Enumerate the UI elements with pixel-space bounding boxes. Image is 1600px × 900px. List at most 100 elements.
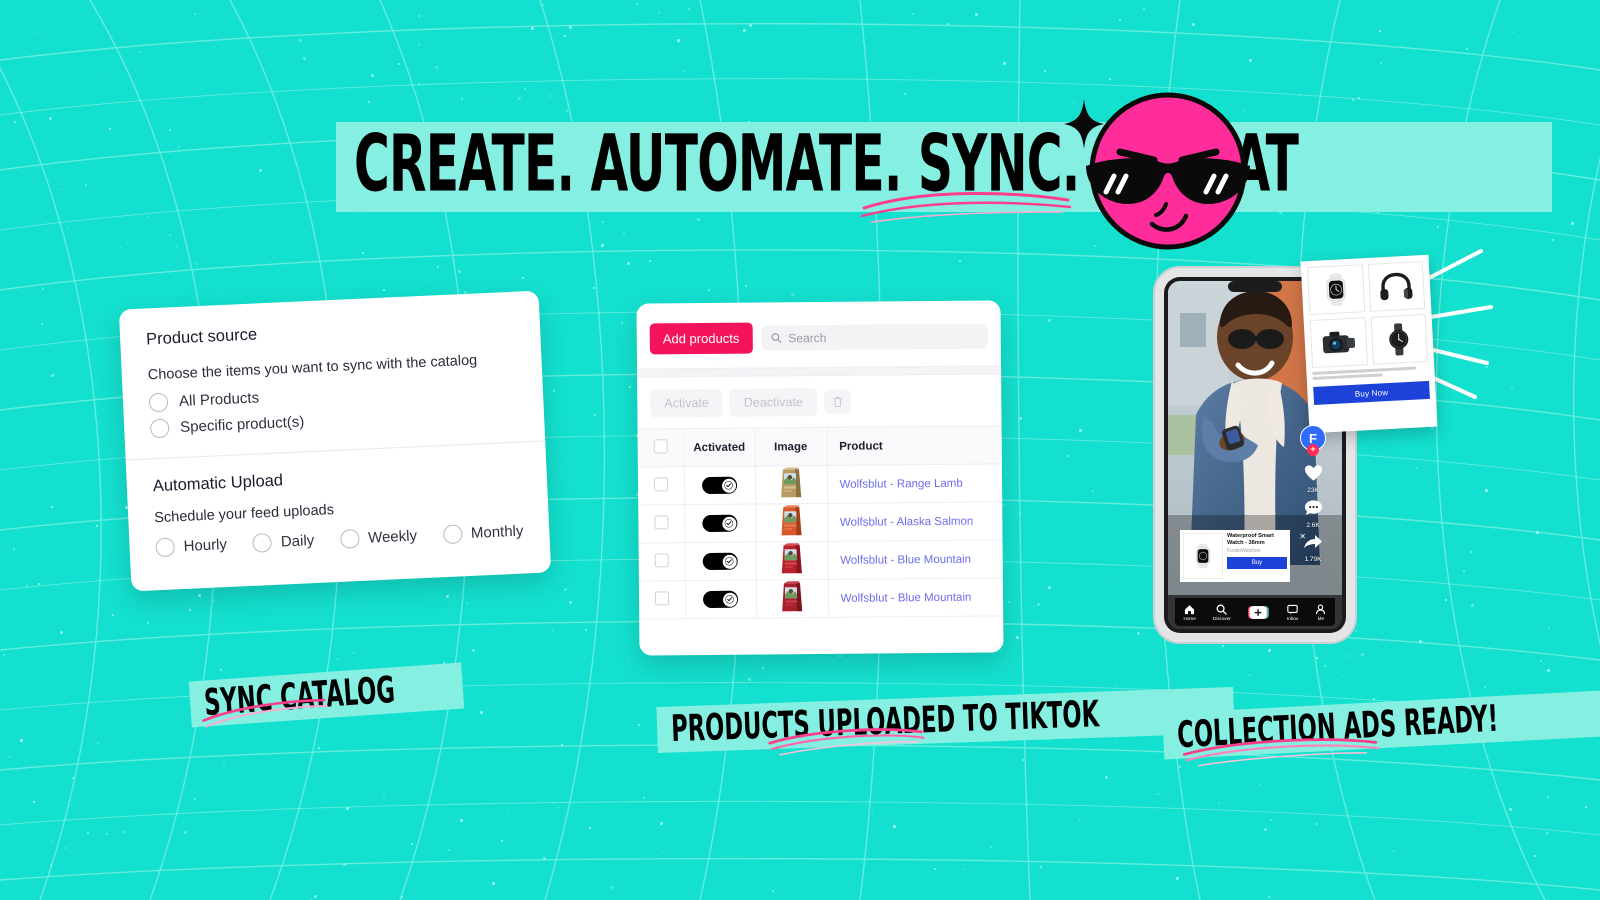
column-header-image: Image: [754, 427, 827, 467]
dog-food-bag-red: [781, 543, 802, 574]
radio-label: Daily: [280, 532, 315, 551]
product-source-title: Product source: [145, 325, 258, 349]
radio-icon[interactable]: [442, 524, 463, 545]
radio-icon[interactable]: [339, 529, 360, 549]
row-image-cell: [755, 541, 828, 581]
card-divider: [125, 440, 546, 461]
smartwatch-icon: [1195, 543, 1211, 569]
nav-label: Home: [1183, 615, 1196, 621]
nav-item-create[interactable]: [1247, 605, 1270, 620]
toggle-knob: [722, 592, 737, 607]
radio-option-weekly[interactable]: Weekly: [339, 526, 418, 549]
radio-option-daily[interactable]: Daily: [252, 531, 315, 553]
phone-bottom-nav: Home Discover Inbox Me: [1175, 598, 1335, 626]
product-link[interactable]: Wolfsblut - Blue Mountain: [840, 553, 971, 566]
follow-button[interactable]: +: [1307, 444, 1319, 456]
delete-button[interactable]: [823, 389, 851, 414]
table-row[interactable]: Wolfsblut - Blue Mountain: [638, 577, 1004, 620]
avatar[interactable]: F +: [1300, 425, 1326, 456]
heart-icon[interactable]: [1304, 464, 1323, 482]
placeholder-lines: [1312, 366, 1428, 380]
row-checkbox[interactable]: [653, 477, 668, 492]
table-row[interactable]: Wolfsblut - Range Lamb: [637, 463, 1003, 506]
analog-watch-icon: [1389, 323, 1409, 356]
products-table-body: Wolfsblut - Range Lamb Wolfsblut - Alask…: [637, 463, 1004, 620]
product-link[interactable]: Wolfsblut - Range Lamb: [840, 477, 963, 490]
table-row[interactable]: Wolfsblut - Blue Mountain: [638, 539, 1003, 582]
plus-icon: [1247, 605, 1269, 619]
product-link[interactable]: Wolfsblut - Alaska Salmon: [840, 515, 973, 528]
deactivate-button[interactable]: Deactivate: [729, 388, 817, 417]
inbox-icon: [1287, 604, 1298, 614]
phone-product-overlay: Waterproof Smart Watch - 38mm FoodoWatch…: [1180, 530, 1306, 582]
toggle-knob: [721, 516, 736, 531]
row-activated-cell[interactable]: [684, 542, 756, 581]
phone-engagement-rail: F + 23K 2.6K 1.79K: [1300, 425, 1326, 563]
nav-item-inbox[interactable]: Inbox: [1287, 604, 1298, 621]
phone-buy-button[interactable]: Buy: [1227, 557, 1287, 569]
row-select-cell[interactable]: [637, 466, 685, 506]
share-count: 1.79K: [1304, 556, 1322, 563]
row-product-cell[interactable]: Wolfsblut - Range Lamb: [826, 463, 1003, 504]
row-product-cell[interactable]: Wolfsblut - Blue Mountain: [827, 577, 1004, 618]
product-overlay-seller: FoodoWatches: [1227, 548, 1261, 554]
row-activated-cell[interactable]: [684, 580, 757, 619]
camera-icon: [1322, 331, 1355, 354]
radio-icon[interactable]: [252, 532, 273, 553]
row-product-cell[interactable]: Wolfsblut - Blue Mountain: [827, 539, 1003, 580]
row-product-cell[interactable]: Wolfsblut - Alaska Salmon: [827, 501, 1003, 542]
nav-label: Me: [1317, 615, 1325, 621]
share-icon[interactable]: [1303, 534, 1323, 551]
radio-icon[interactable]: [148, 392, 169, 413]
add-products-button[interactable]: Add products: [649, 322, 753, 355]
radio-label: Monthly: [470, 522, 524, 542]
search-input[interactable]: Search: [761, 323, 988, 351]
check-icon: [725, 595, 734, 604]
row-activated-cell[interactable]: [684, 504, 756, 543]
row-checkbox[interactable]: [654, 515, 669, 530]
activated-toggle[interactable]: [702, 552, 738, 571]
comment-icon[interactable]: [1304, 499, 1323, 517]
table-header-row: Activated Image Product: [637, 425, 1002, 468]
row-select-cell[interactable]: [638, 580, 686, 620]
collection-tile[interactable]: [1370, 314, 1429, 365]
row-activated-cell[interactable]: [683, 466, 756, 505]
nav-item-discover[interactable]: Discover: [1213, 604, 1231, 621]
row-checkbox[interactable]: [654, 553, 669, 568]
buy-now-button[interactable]: Buy Now: [1313, 380, 1430, 405]
table-row[interactable]: Wolfsblut - Alaska Salmon: [638, 501, 1003, 544]
radio-option-hourly[interactable]: Hourly: [155, 535, 227, 558]
person-icon: [1316, 604, 1326, 614]
collection-ad-card: Buy Now: [1300, 254, 1438, 434]
activated-toggle[interactable]: [702, 590, 739, 609]
trash-icon: [832, 396, 842, 407]
row-checkbox[interactable]: [654, 591, 669, 606]
product-thumbnail: [1183, 533, 1223, 579]
activate-button[interactable]: Activate: [650, 388, 723, 418]
cool-face-icon: [1086, 92, 1250, 250]
search-icon: [1216, 604, 1228, 615]
automatic-upload-subtitle: Schedule your feed uploads: [153, 502, 335, 527]
activated-toggle[interactable]: [701, 476, 738, 495]
toggle-knob: [722, 554, 737, 569]
nav-item-home[interactable]: Home: [1184, 604, 1196, 621]
activated-toggle[interactable]: [702, 514, 738, 533]
row-select-cell[interactable]: [638, 542, 685, 582]
nav-item-me[interactable]: Me: [1315, 604, 1326, 621]
check-icon: [724, 557, 734, 566]
row-select-cell[interactable]: [638, 504, 685, 544]
select-all-checkbox[interactable]: [653, 439, 668, 454]
radio-option-monthly[interactable]: Monthly: [442, 522, 524, 545]
products-table: Activated Image Product Wolfsblut - Rang…: [637, 425, 1004, 620]
collection-tile[interactable]: [1309, 317, 1368, 369]
product-source-card: Product source Choose the items you want…: [118, 290, 552, 592]
dog-food-bag-darkred: [782, 581, 803, 612]
comment-count: 2.6K: [1306, 522, 1320, 529]
radio-icon[interactable]: [155, 537, 176, 558]
radio-icon[interactable]: [149, 418, 170, 439]
collection-tile[interactable]: [1367, 261, 1426, 312]
select-all-header[interactable]: [637, 428, 684, 468]
product-link[interactable]: Wolfsblut - Blue Mountain: [840, 591, 971, 604]
collection-tile[interactable]: [1306, 264, 1365, 316]
column-header-activated: Activated: [683, 428, 755, 467]
